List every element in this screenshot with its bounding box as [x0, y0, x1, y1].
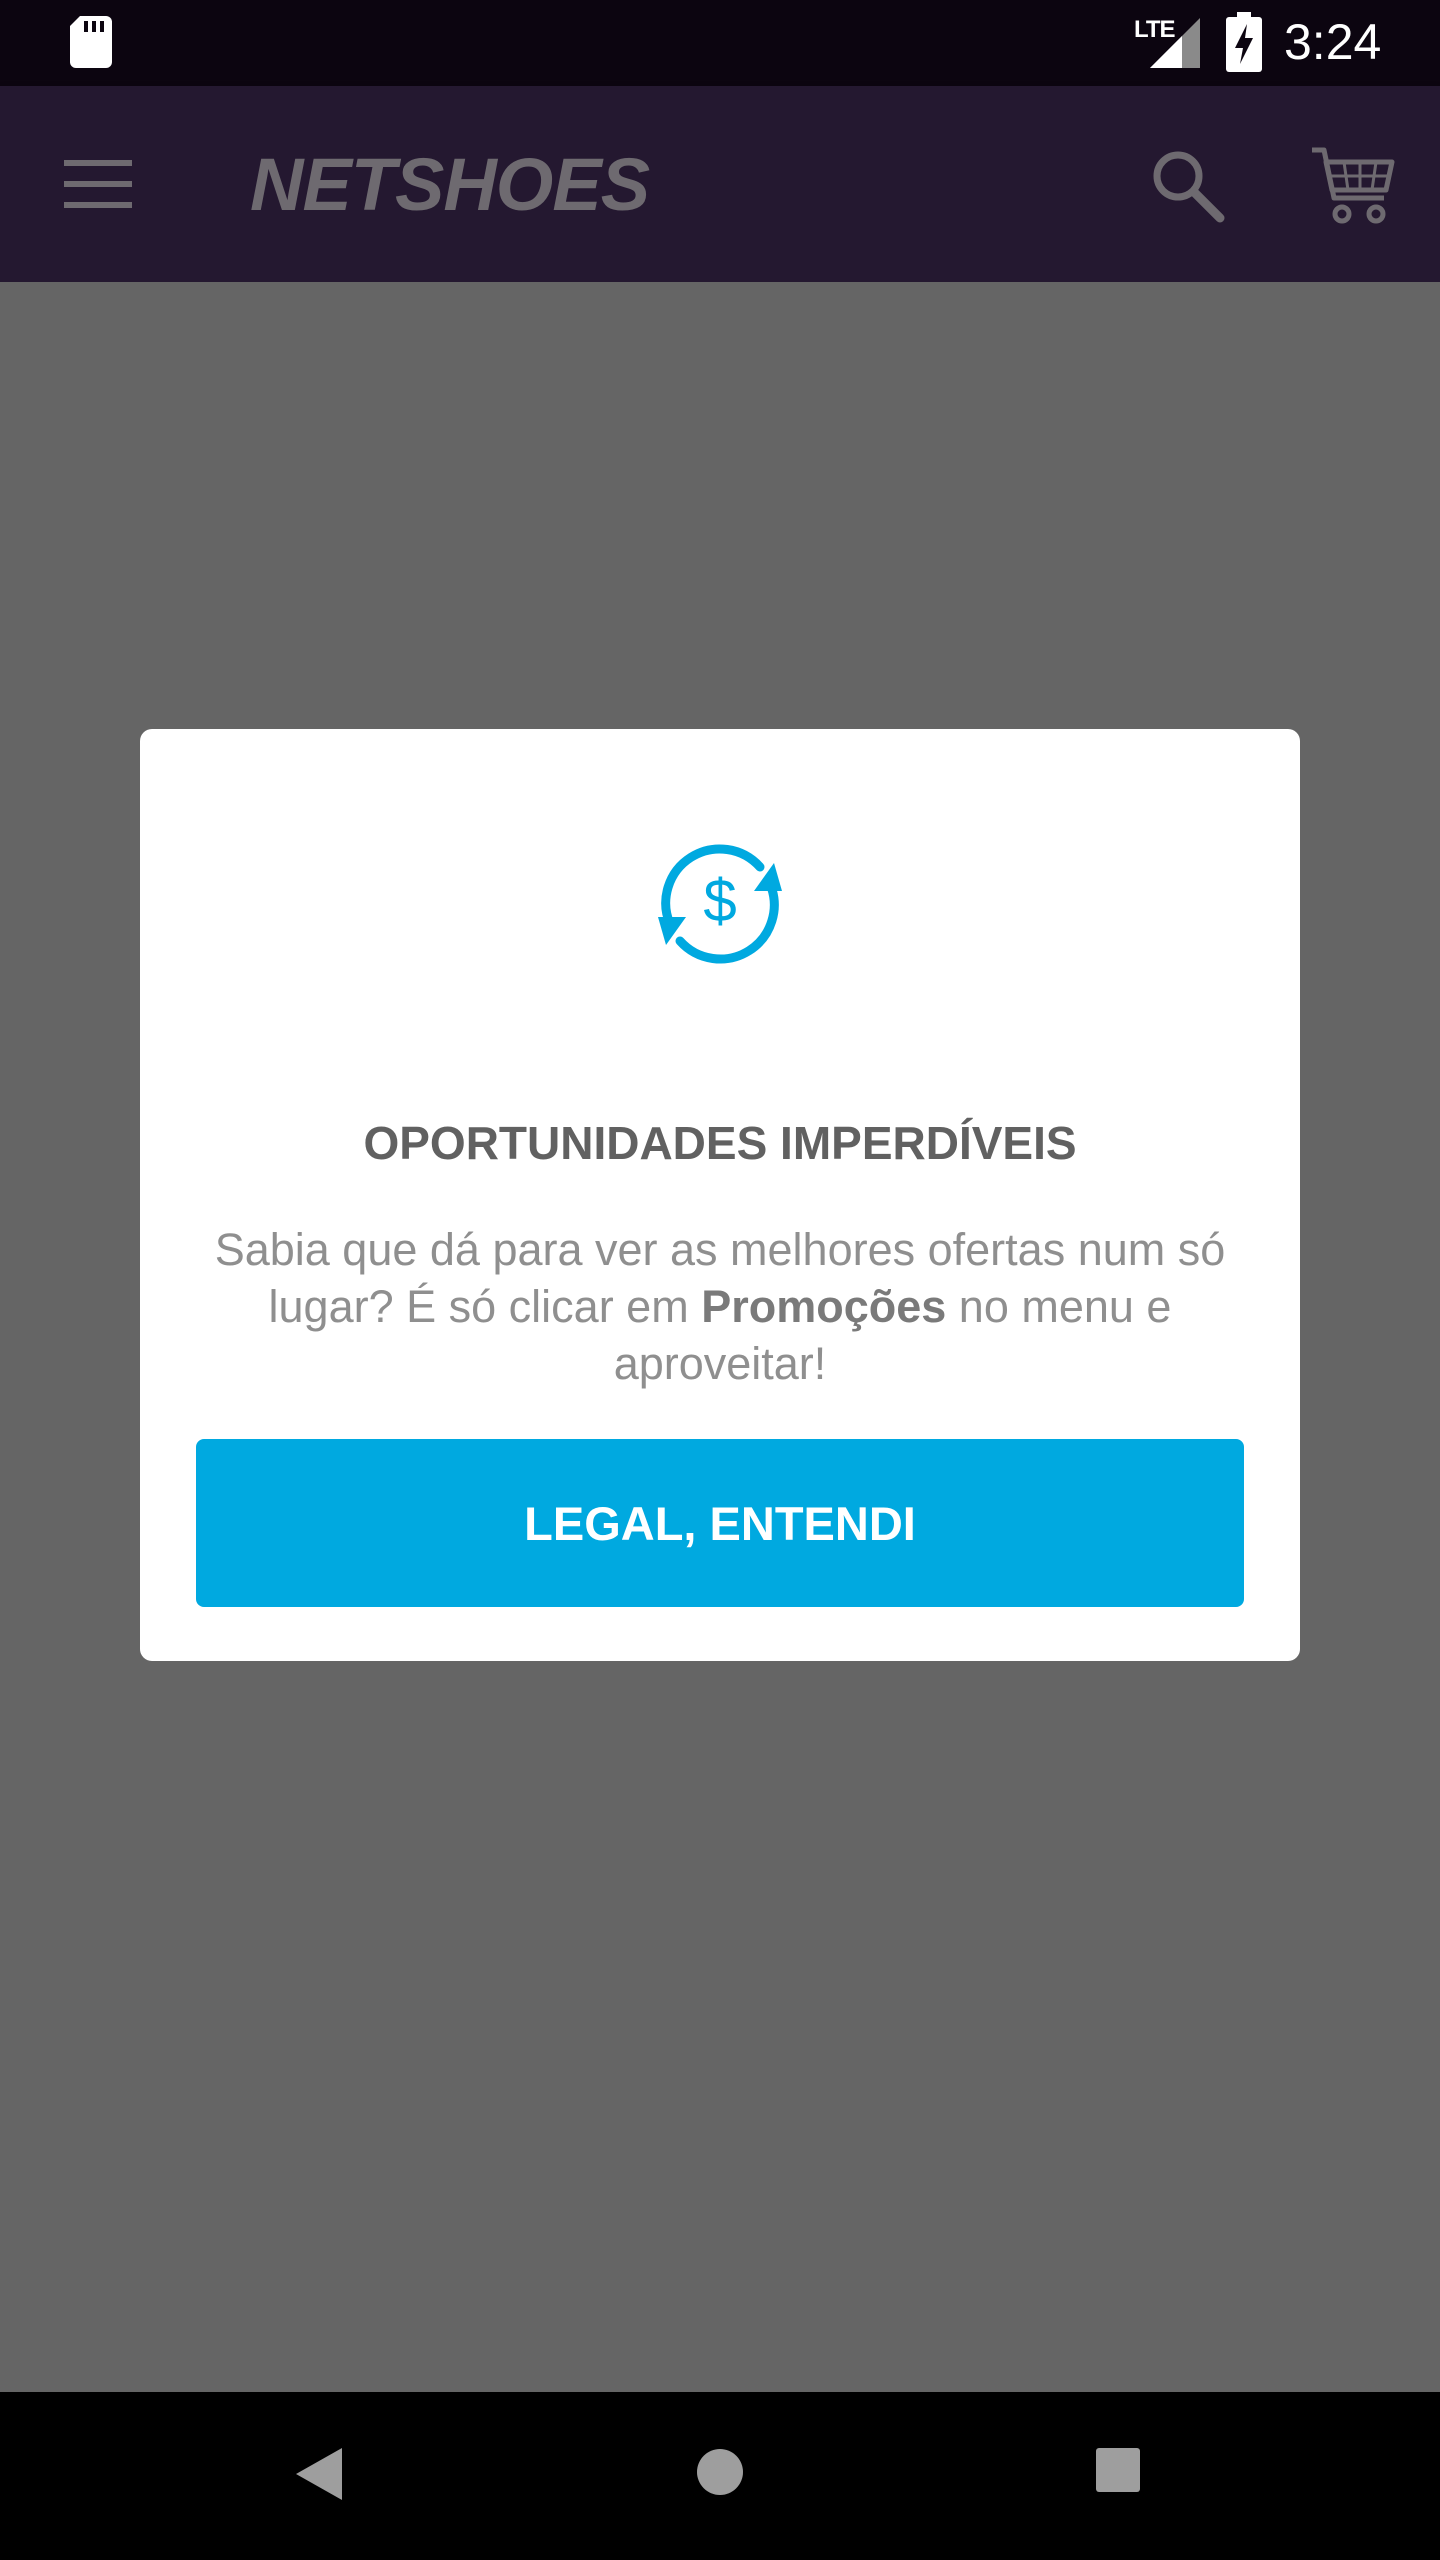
currency-exchange-icon: $ — [658, 844, 782, 964]
menu-icon[interactable] — [64, 158, 132, 210]
promotions-dialog: $ OPORTUNIDADES IMPERDÍVEIS Sabia que dá… — [140, 729, 1300, 1661]
dialog-message: Sabia que dá para ver as melhores oferta… — [180, 1221, 1260, 1392]
status-bar: LTE 3:24 — [0, 0, 1440, 86]
signal-icon — [1150, 18, 1200, 68]
app-bar: NETSHOES — [0, 86, 1440, 282]
dialog-message-highlight: Promoções — [701, 1281, 947, 1332]
battery-charging-icon — [1226, 12, 1262, 72]
cart-icon[interactable] — [1310, 146, 1396, 226]
clock: 3:24 — [1284, 14, 1382, 70]
recents-icon[interactable] — [1096, 2448, 1140, 2492]
netshoes-logo[interactable]: NETSHOES — [250, 148, 650, 222]
back-icon[interactable] — [294, 2446, 344, 2502]
search-icon[interactable] — [1150, 148, 1226, 224]
dialog-title: OPORTUNIDADES IMPERDÍVEIS — [363, 1117, 1077, 1169]
svg-text:$: $ — [703, 867, 736, 934]
sd-card-icon — [70, 16, 112, 68]
navigation-bar — [0, 2392, 1440, 2560]
confirm-button[interactable]: LEGAL, ENTENDI — [196, 1439, 1244, 1607]
home-icon[interactable] — [696, 2448, 744, 2496]
